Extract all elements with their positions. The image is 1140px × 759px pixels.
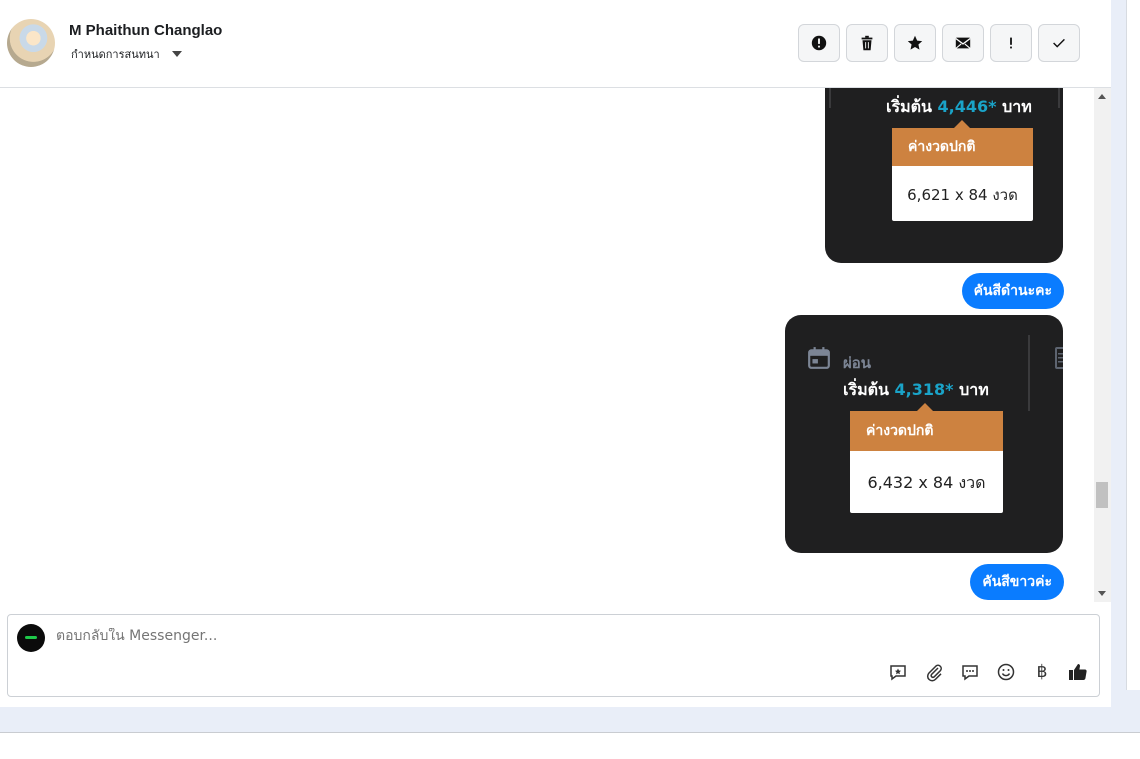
emoji-button[interactable] xyxy=(995,661,1017,683)
mark-done-button[interactable] xyxy=(1038,24,1080,62)
promo-image-card-2[interactable]: ผ่อน เริ่มต้น 4,318* บาท ค่างวดปกติ 6,43… xyxy=(785,315,1063,553)
plan-label: ผ่อน xyxy=(843,354,872,372)
right-sidebar-panel xyxy=(1126,0,1140,690)
right-sidebar-edge xyxy=(1111,0,1140,707)
message-bubble-1[interactable]: คันสีดำนะคะ xyxy=(961,273,1064,309)
thumbs-up-icon xyxy=(1069,664,1087,680)
scroll-down-arrow[interactable] xyxy=(1098,591,1106,596)
page-avatar xyxy=(17,624,45,652)
attachment-icon xyxy=(926,664,942,682)
start-prefix: เริ่มต้น xyxy=(843,380,889,399)
start-price: 4,446* xyxy=(937,97,997,116)
emoji-icon xyxy=(997,663,1015,681)
assign-conversation-dropdown[interactable]: กำหนดการสนทนา xyxy=(71,45,182,63)
trash-icon xyxy=(861,35,873,51)
baht-icon: ฿ xyxy=(1036,662,1048,682)
calendar-icon xyxy=(808,347,830,369)
chat-bubble-icon xyxy=(962,665,978,681)
footer-divider xyxy=(0,732,1140,733)
start-prefix: เริ่มต้น xyxy=(886,97,932,116)
scroll-thumb[interactable] xyxy=(1096,482,1108,508)
installment-box: ค่างวดปกติ 6,621 x 84 งวด xyxy=(892,128,1033,221)
assign-label: กำหนดการสนทนา xyxy=(71,48,160,61)
check-icon xyxy=(1053,38,1065,48)
document-icon xyxy=(1055,347,1063,369)
start-price-line: เริ่มต้น 4,446* บาท xyxy=(886,95,1032,120)
composer-tools: ฿ xyxy=(887,661,1089,683)
message-thread: เริ่มต้น 4,446* บาท ค่างวดปกติ 6,621 x 8… xyxy=(0,88,1094,602)
delete-button[interactable] xyxy=(846,24,888,62)
conversation-header: M Phaithun Changlao กำหนดการสนทนา xyxy=(0,0,1111,88)
important-button[interactable] xyxy=(990,24,1032,62)
installment-title: ค่างวดปกติ xyxy=(892,128,1033,166)
promo-image-card-1[interactable]: เริ่มต้น 4,446* บาท ค่างวดปกติ 6,621 x 8… xyxy=(825,88,1063,263)
start-suffix: บาท xyxy=(1002,97,1032,116)
callout-pointer xyxy=(954,120,970,128)
message-bubble-2[interactable]: คันสีขาวค่ะ xyxy=(970,564,1064,600)
conversation-panel: M Phaithun Changlao กำหนดการสนทนา เริ่มต… xyxy=(0,0,1111,707)
payment-button[interactable]: ฿ xyxy=(1031,661,1053,683)
exclamation-circle-icon xyxy=(811,35,827,51)
page-footer-strip xyxy=(0,707,1140,732)
start-price: 4,318* xyxy=(894,380,954,399)
attachment-button[interactable] xyxy=(923,661,945,683)
like-button[interactable] xyxy=(1067,661,1089,683)
conversation-actions xyxy=(798,24,1080,62)
thread-scrollbar[interactable] xyxy=(1094,88,1111,602)
installment-value: 6,432 x 84 งวด xyxy=(867,473,986,492)
quick-reply-button[interactable] xyxy=(959,661,981,683)
contact-avatar[interactable] xyxy=(7,19,55,67)
saved-reply-button[interactable] xyxy=(887,661,909,683)
card-divider xyxy=(1028,335,1030,411)
star-button[interactable] xyxy=(894,24,936,62)
exclamation-icon xyxy=(1010,37,1012,49)
start-suffix: บาท xyxy=(959,380,989,399)
installment-title: ค่างวดปกติ xyxy=(850,411,1003,451)
installment-value: 6,621 x 84 งวด xyxy=(907,186,1018,204)
scroll-up-arrow[interactable] xyxy=(1098,94,1106,99)
card-divider xyxy=(1058,88,1060,108)
caret-down-icon xyxy=(171,51,182,57)
contact-name[interactable]: M Phaithun Changlao xyxy=(69,22,222,39)
envelope-icon xyxy=(955,37,971,49)
reply-composer: ฿ xyxy=(7,614,1100,697)
callout-pointer xyxy=(917,403,933,411)
report-spam-button[interactable] xyxy=(798,24,840,62)
reply-input[interactable] xyxy=(56,628,856,644)
installment-box: ค่างวดปกติ 6,432 x 84 งวด xyxy=(850,411,1003,513)
card-divider xyxy=(829,88,831,108)
mark-unread-button[interactable] xyxy=(942,24,984,62)
star-icon xyxy=(907,35,923,50)
saved-reply-icon xyxy=(890,665,906,681)
start-price-line: เริ่มต้น 4,318* บาท xyxy=(843,378,989,403)
